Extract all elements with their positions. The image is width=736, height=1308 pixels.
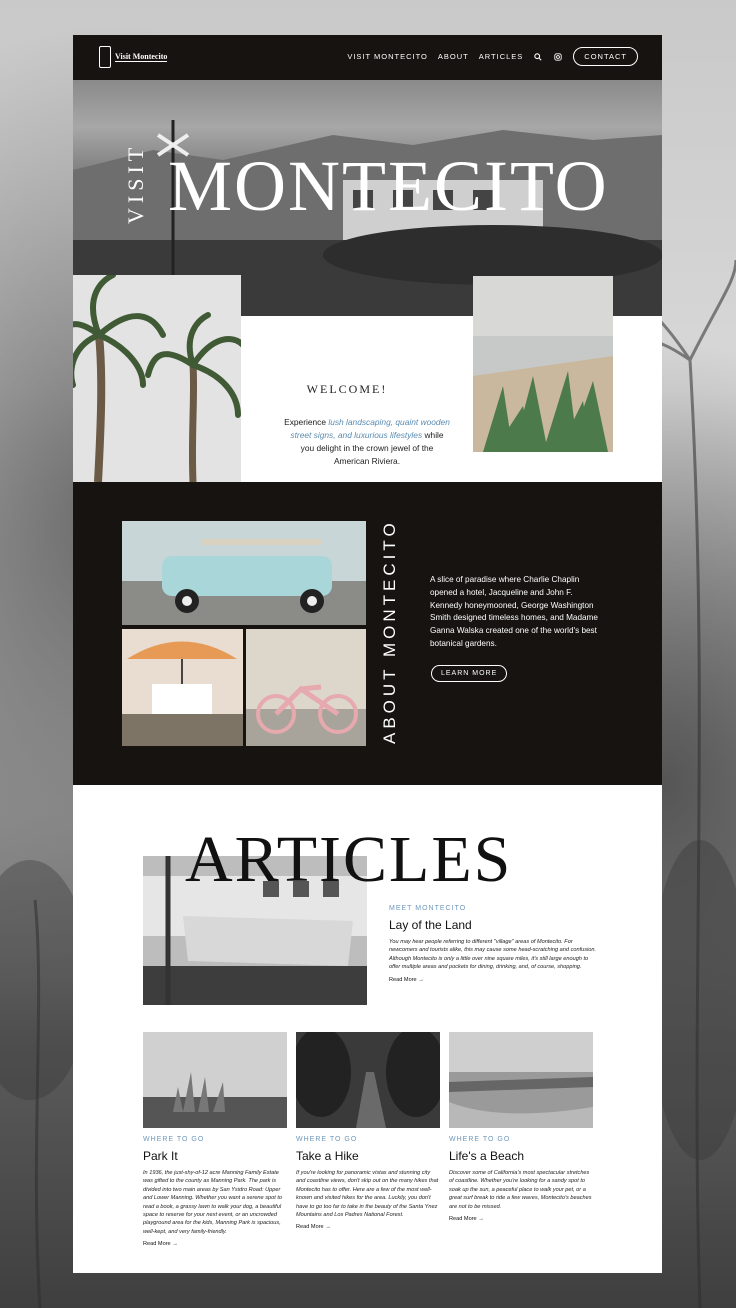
- card-body: Discover some of California's most spect…: [449, 1170, 592, 1210]
- hero-visit-text: VISIT: [123, 142, 148, 224]
- featured-title[interactable]: Lay of the Land: [389, 918, 599, 932]
- card-title[interactable]: Life's a Beach: [449, 1149, 593, 1163]
- coastline-image: [449, 1032, 593, 1128]
- card-body: In 1936, the just-shy-of-12 acre Manning…: [143, 1170, 282, 1235]
- nav-links: VISIT MONTECITO ABOUT ARTICLES CONTACT: [347, 47, 638, 66]
- hero-title: MONTECITO: [168, 146, 609, 226]
- vintage-car-image: [122, 521, 366, 625]
- top-nav: Visit Montecito VISIT MONTECITO ABOUT AR…: [73, 35, 662, 80]
- nav-link-visit-montecito[interactable]: VISIT MONTECITO: [347, 52, 428, 61]
- site-logo[interactable]: Visit Montecito: [99, 45, 168, 69]
- logo-mark-icon: [99, 46, 111, 68]
- about-section: ABOUT MONTECITO A slice of paradise wher…: [73, 482, 662, 785]
- card-eyebrow: WHERE TO GO: [296, 1136, 358, 1143]
- card-eyebrow: WHERE TO GO: [143, 1136, 205, 1143]
- card-read-more-link[interactable]: Read More →: [143, 1241, 287, 1247]
- welcome-heading: WELCOME!: [306, 382, 388, 396]
- beach-plants-image: [473, 276, 613, 452]
- pink-bicycle-image: [246, 629, 366, 746]
- about-title: ABOUT MONTECITO: [380, 519, 399, 744]
- featured-read-more-link[interactable]: Read More →: [389, 977, 599, 983]
- article-card-take-a-hike: WHERE TO GO Take a Hike If you're lookin…: [296, 1032, 440, 1230]
- card-read-more-link[interactable]: Read More →: [449, 1216, 593, 1222]
- website-page: Visit Montecito VISIT MONTECITO ABOUT AR…: [73, 35, 662, 1273]
- articles-title: ARTICLES: [185, 823, 513, 896]
- patio-umbrella-image: [122, 629, 243, 746]
- learn-more-button[interactable]: LEARN MORE: [431, 665, 508, 682]
- nav-link-articles[interactable]: ARTICLES: [479, 52, 524, 61]
- article-card-park-it: WHERE TO GO Park It In 1936, the just-sh…: [143, 1032, 287, 1247]
- logo-text: Visit Montecito: [115, 52, 168, 62]
- instagram-icon[interactable]: [553, 52, 563, 62]
- card-title[interactable]: Park It: [143, 1149, 287, 1163]
- nav-link-about[interactable]: ABOUT: [438, 52, 469, 61]
- featured-article: MEET MONTECITO Lay of the Land You may h…: [389, 905, 599, 983]
- featured-body: You may hear people referring to differe…: [389, 939, 597, 971]
- card-title[interactable]: Take a Hike: [296, 1149, 440, 1163]
- forest-trail-image: [296, 1032, 440, 1128]
- agave-plants-image: [143, 1032, 287, 1128]
- about-body: A slice of paradise where Charlie Chapli…: [430, 575, 598, 648]
- card-eyebrow: WHERE TO GO: [449, 1136, 511, 1143]
- welcome-body: Experience lush landscaping, quaint wood…: [283, 416, 451, 468]
- card-body: If you're looking for panoramic vistas a…: [296, 1170, 439, 1219]
- card-read-more-link[interactable]: Read More →: [296, 1224, 440, 1230]
- palm-trees-image: [73, 275, 241, 482]
- welcome-body-start: Experience: [284, 417, 329, 427]
- contact-button[interactable]: CONTACT: [573, 47, 638, 66]
- article-card-lifes-a-beach: WHERE TO GO Life's a Beach Discover some…: [449, 1032, 593, 1222]
- search-icon[interactable]: [533, 52, 543, 62]
- featured-eyebrow: MEET MONTECITO: [389, 905, 467, 912]
